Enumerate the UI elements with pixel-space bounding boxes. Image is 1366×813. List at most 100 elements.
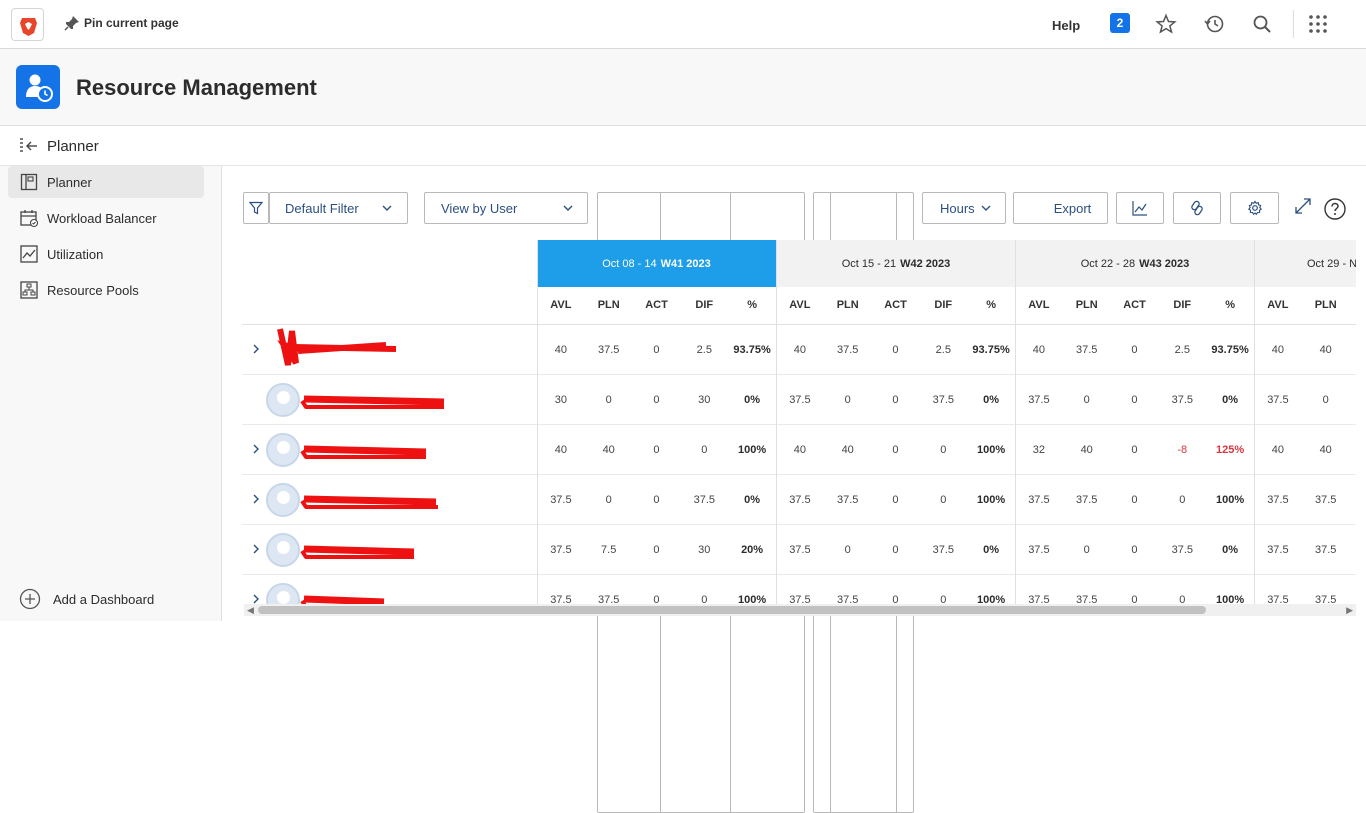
- week-range: Oct 08 - 14: [602, 258, 656, 270]
- week-header[interactable]: Oct 29 - N: [1254, 240, 1356, 287]
- scroll-left-icon[interactable]: ◀: [247, 605, 254, 616]
- expand-fullscreen-icon[interactable]: [1294, 197, 1312, 215]
- app-header: Resource Management: [0, 49, 1366, 126]
- table-row[interactable]: 37.537.500100%37.537.500100%37.537.50010…: [242, 575, 1356, 606]
- table-cell: 0: [633, 344, 681, 356]
- planner-header-row: Planner: [0, 126, 1366, 166]
- add-dashboard-button[interactable]: Add a Dashboard: [19, 588, 154, 610]
- table-cell: 0: [919, 494, 967, 506]
- table-cell: 37.5: [1015, 544, 1063, 556]
- sidebar-item-planner[interactable]: Planner: [8, 166, 204, 198]
- horizontal-scrollbar[interactable]: ◀ ▶: [244, 604, 1356, 616]
- scroll-right-icon[interactable]: ▶: [1346, 605, 1353, 616]
- column-header-avl: AVL: [1254, 299, 1302, 311]
- table-row[interactable]: 3000300%37.50037.50%37.50037.50%37.50: [242, 375, 1356, 425]
- apps-grid-icon[interactable]: [1307, 13, 1329, 35]
- table-cell: 37.5: [1015, 494, 1063, 506]
- table-cell: 0: [633, 394, 681, 406]
- table-cell: 37.5: [1254, 394, 1302, 406]
- table-cell: 37.5: [824, 494, 872, 506]
- chart-view-button[interactable]: [1116, 192, 1164, 224]
- table-cell: 40: [1302, 444, 1350, 456]
- table-row[interactable]: 404000100%404000100%32400-8125%4040: [242, 425, 1356, 475]
- planner-grid: Oct 08 - 14W41 2023Oct 15 - 21W42 2023Oc…: [242, 240, 1356, 606]
- sidebar-item-label: Workload Balancer: [47, 211, 157, 226]
- table-cell: 40: [1015, 344, 1063, 356]
- week-range: Oct 15 - 21: [842, 258, 896, 270]
- week-header[interactable]: Oct 08 - 14W41 2023: [537, 240, 776, 287]
- table-cell: 0: [633, 494, 681, 506]
- table-cell: 0: [824, 394, 872, 406]
- chevron-right-icon[interactable]: [251, 342, 261, 356]
- column-header-pln: PLN: [1302, 299, 1350, 311]
- table-cell: 0: [1111, 444, 1159, 456]
- table-cell: 40: [585, 444, 633, 456]
- week-separator: [537, 240, 538, 606]
- chevron-right-icon[interactable]: [251, 442, 261, 456]
- table-cell: 37.5: [1063, 494, 1111, 506]
- table-cell: 37.5: [680, 494, 728, 506]
- table-cell: 0: [633, 444, 681, 456]
- link-icon: [1189, 200, 1205, 216]
- copy-link-button[interactable]: [1173, 192, 1221, 224]
- add-dashboard-label: Add a Dashboard: [53, 592, 154, 607]
- export-button[interactable]: Export: [1013, 192, 1108, 224]
- redacted-name: [298, 439, 450, 463]
- table-cell: 37.5: [824, 344, 872, 356]
- column-header-avl: AVL: [776, 299, 824, 311]
- table-cell: 0: [585, 494, 633, 506]
- table-cell: 0: [1111, 494, 1159, 506]
- avatar: [266, 533, 300, 567]
- chevron-right-icon[interactable]: [251, 492, 261, 506]
- table-cell: 40: [537, 344, 585, 356]
- brave-logo-button[interactable]: [11, 8, 44, 41]
- units-dropdown[interactable]: Hours: [922, 192, 1006, 224]
- add-circle-icon: [19, 588, 41, 610]
- default-filter-dropdown[interactable]: Default Filter: [269, 192, 408, 224]
- table-cell: 20%: [728, 544, 776, 556]
- table-cell: 40: [776, 344, 824, 356]
- table-cell: 0: [919, 444, 967, 456]
- sidebar-item-resource-pools[interactable]: Resource Pools: [8, 274, 204, 306]
- app-title: Resource Management: [76, 75, 317, 101]
- table-cell: 37.5: [1254, 544, 1302, 556]
- sidebar-item-workload-balancer[interactable]: Workload Balancer: [8, 202, 204, 234]
- redacted-name: [298, 539, 438, 563]
- pin-current-page-button[interactable]: Pin current page: [64, 15, 179, 31]
- week-header[interactable]: Oct 22 - 28W43 2023: [1015, 240, 1254, 287]
- column-header-pct: %: [967, 299, 1015, 311]
- settings-button[interactable]: [1230, 192, 1279, 224]
- table-row[interactable]: 37.50037.50%37.537.500100%37.537.500100%…: [242, 475, 1356, 525]
- table-row[interactable]: 37.57.503020%37.50037.50%37.50037.50%37.…: [242, 525, 1356, 575]
- help-link[interactable]: Help: [1052, 18, 1080, 33]
- table-cell: 37.5: [1015, 394, 1063, 406]
- table-cell: 2.5: [680, 344, 728, 356]
- table-cell: 125%: [1206, 444, 1254, 456]
- chevron-right-icon[interactable]: [251, 542, 261, 556]
- table-cell: 93.75%: [1206, 344, 1254, 356]
- topbar-divider: [1293, 10, 1294, 38]
- notification-badge[interactable]: 2: [1110, 13, 1130, 33]
- search-icon[interactable]: [1251, 13, 1273, 35]
- sidebar: Planner Workload Balancer Utilization Re…: [0, 166, 222, 621]
- sidebar-item-utilization[interactable]: Utilization: [8, 238, 204, 270]
- table-cell: 100%: [967, 494, 1015, 506]
- column-header-dif: DIF: [919, 299, 967, 311]
- scrollbar-thumb[interactable]: [258, 606, 1206, 614]
- table-cell: 7.5: [585, 544, 633, 556]
- table-cell: 100%: [728, 444, 776, 456]
- table-cell: 37.5: [537, 494, 585, 506]
- star-icon[interactable]: [1155, 13, 1177, 35]
- table-cell: 40: [1254, 444, 1302, 456]
- week-header[interactable]: Oct 15 - 21W42 2023: [776, 240, 1015, 287]
- filter-button[interactable]: [243, 192, 269, 224]
- history-icon[interactable]: [1203, 13, 1225, 35]
- table-cell: 0%: [967, 394, 1015, 406]
- table-cell: 0: [824, 544, 872, 556]
- help-circle-icon[interactable]: [1323, 197, 1347, 221]
- view-by-dropdown[interactable]: View by User: [424, 192, 588, 224]
- table-cell: 0: [1063, 394, 1111, 406]
- table-row[interactable]: 4037.502.593.75%4037.502.593.75%4037.502…: [242, 325, 1356, 375]
- collapse-sidebar-icon[interactable]: [18, 137, 40, 155]
- table-cell: 0: [872, 444, 920, 456]
